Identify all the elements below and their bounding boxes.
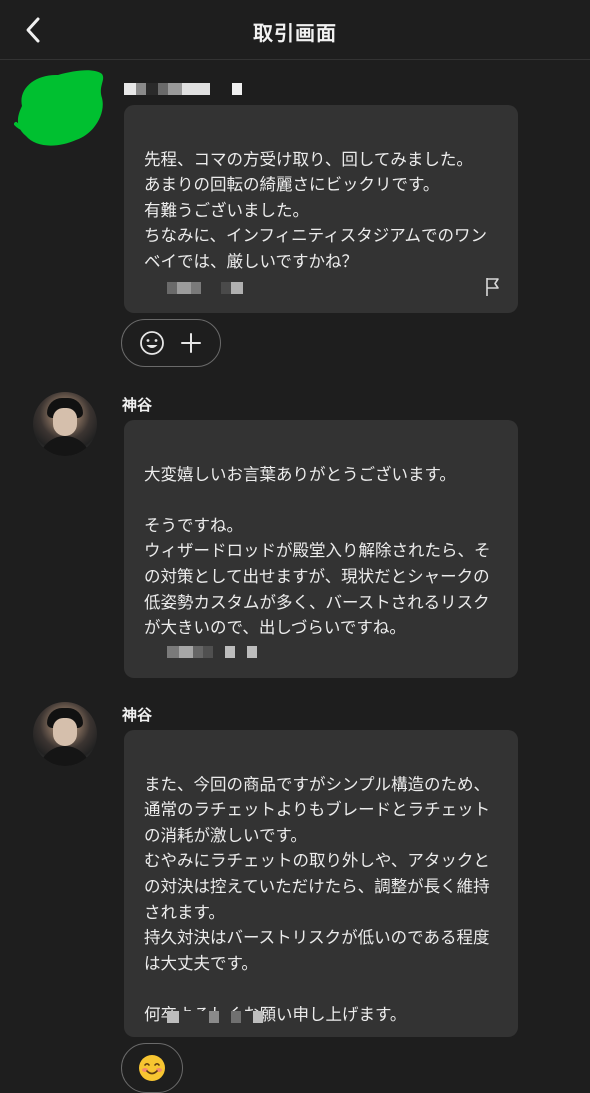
smiley-icon [139,331,164,355]
redacted-timestamp [167,1011,263,1023]
message-text: 先程、コマの方受け取り、回してみました。 あまりの回転の綺麗さにビックリです。 … [144,149,488,271]
message-bubble: 大変嬉しいお言葉ありがとうございます。 そうですね。 ウィザードロッドが殿堂入り… [124,420,518,678]
add-emoji-button[interactable] [138,329,166,357]
avatar[interactable] [33,702,97,766]
report-button[interactable] [482,276,504,298]
reaction-bar [121,319,221,367]
message-text: 大変嬉しいお言葉ありがとうございます。 そうですね。 ウィザードロッドが殿堂入り… [144,464,491,638]
message-bubble: また、今回の商品ですがシンプル構造のため、通常のラチェットよりもブレードとラチェ… [124,730,518,1037]
reaction-chip[interactable] [121,1043,183,1093]
add-reaction-button[interactable] [177,329,205,357]
sender-name: 神谷 [122,706,153,724]
page-title: 取引画面 [253,21,337,45]
message-text: また、今回の商品ですがシンプル構造のため、通常のラチェットよりもブレードとラチェ… [144,774,491,1024]
redacted-timestamp [167,646,257,658]
redacted-timestamp [167,282,243,294]
redacted-sender-name [124,83,242,95]
plus-icon [180,333,201,353]
app-header: 取引画面 [0,0,590,60]
avatar[interactable] [33,392,97,456]
sender-name: 神谷 [122,396,153,414]
redacted-avatar [14,70,104,146]
smiling-face-emoji [139,1055,165,1081]
flag-icon [486,278,499,296]
